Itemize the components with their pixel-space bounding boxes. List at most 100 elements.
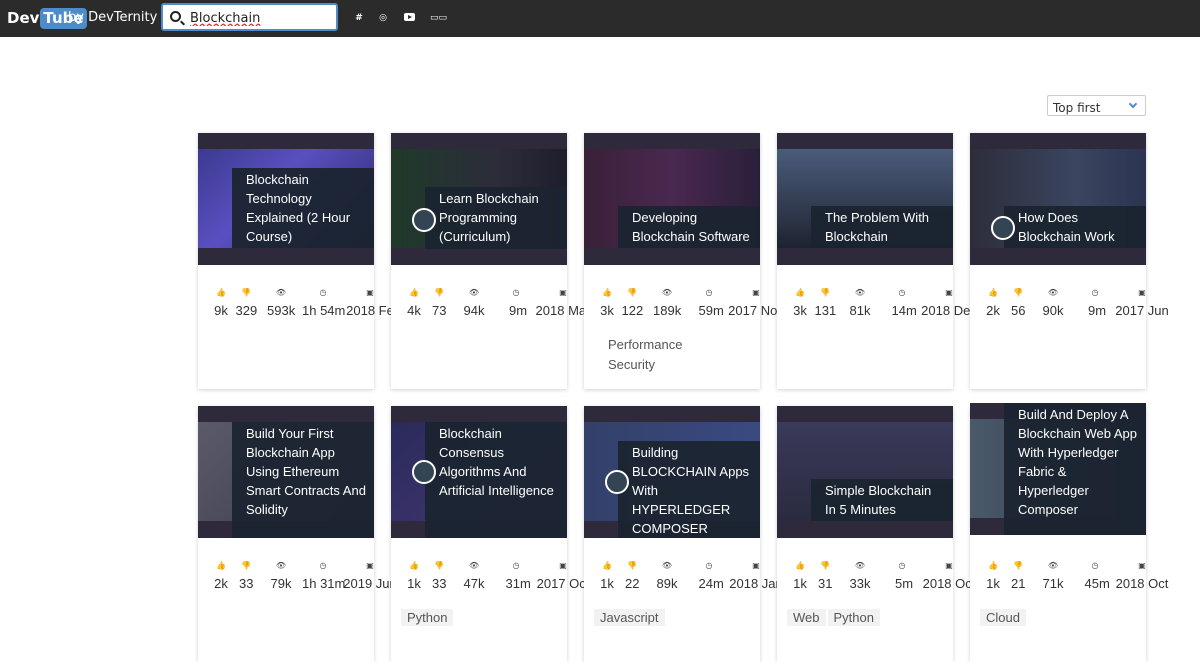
- stat-date: ▣ 2018 Oct: [1114, 560, 1170, 591]
- video-title[interactable]: Simple Blockchain In 5 Minutes: [811, 479, 953, 521]
- video-title[interactable]: Blockchain Technology Explained (2 Hour …: [232, 168, 374, 248]
- stat-duration: ◷ 5m: [895, 560, 914, 591]
- tag[interactable]: Python: [827, 609, 880, 626]
- at-icon[interactable]: ◎: [376, 11, 390, 25]
- stat-duration: ◷ 24m: [699, 560, 724, 591]
- video-title[interactable]: Building BLOCKCHAIN Apps With HYPERLEDGE…: [618, 441, 760, 538]
- tag[interactable]: Cloud: [980, 609, 1026, 626]
- video-thumbnail[interactable]: Learn Blockchain Programming (Curriculum…: [391, 133, 567, 265]
- video-card[interactable]: The Problem With Blockchain 👍 3k 👎 131 👁 81k ◷ 1…: [777, 133, 977, 389]
- stat-dislikes: 👎 33: [432, 560, 446, 591]
- tag-list: Cloud: [980, 609, 1028, 630]
- video-title[interactable]: How Does Blockchain Work: [1004, 206, 1146, 248]
- video-thumbnail[interactable]: Build And Deploy A Blockchain Web App Wi…: [970, 403, 1146, 535]
- stat-date: ▣ 2018 Jan: [728, 560, 784, 591]
- tag[interactable]: Python: [401, 609, 454, 626]
- video-card[interactable]: Simple Blockchain In 5 Minutes 👍 1k 👎 31 👁 33k…: [777, 406, 975, 662]
- video-card[interactable]: How Does Blockchain Work 👍 2k 👎 56 👁 90k ◷ 9m ▣ 20…: [970, 133, 1169, 389]
- stat-likes: 👍 2k: [986, 287, 1000, 318]
- stat-value: 9m: [509, 303, 528, 318]
- tag[interactable]: Javascript: [594, 609, 665, 626]
- video-card[interactable]: Developing Blockchain Software 👍 3k 👎 122 👁 18…: [584, 133, 784, 389]
- video-thumbnail[interactable]: Blockchain Technology Explained (2 Hour …: [198, 133, 374, 265]
- speaker-avatar[interactable]: [412, 460, 436, 484]
- eye-icon: 👁: [854, 288, 866, 297]
- stat-dislikes: 👎 31: [818, 560, 832, 591]
- stat-duration: ◷ 1h 54m: [302, 287, 346, 318]
- stat-value: 1h 54m: [302, 303, 346, 318]
- eye-icon: 👁: [275, 561, 287, 570]
- speaker-avatar[interactable]: [412, 208, 436, 232]
- speaker-avatar[interactable]: [605, 470, 629, 494]
- stat-dislikes: 👎 73: [432, 287, 446, 318]
- video-thumbnail[interactable]: Build Your First Blockchain App Using Et…: [198, 406, 374, 538]
- thumbs-down-icon: 👎: [627, 561, 637, 570]
- tag[interactable]: Security: [594, 356, 696, 373]
- thumbs-down-icon: 👎: [434, 561, 444, 570]
- tag[interactable]: Performance: [594, 336, 696, 353]
- clock-icon: ◷: [512, 561, 520, 570]
- eye-icon: 👁: [1047, 561, 1059, 570]
- video-title[interactable]: The Problem With Blockchain: [811, 206, 953, 248]
- stat-duration: ◷ 1h 31m: [302, 560, 345, 591]
- stat-likes: 👍 1k: [600, 560, 614, 591]
- thumbs-up-icon: 👍: [795, 288, 805, 297]
- stat-value: 2018 Oct: [1115, 576, 1169, 591]
- clock-icon: ◷: [319, 288, 327, 297]
- tag-list: Javascript: [594, 609, 667, 630]
- video-card[interactable]: Blockchain Consensus Algorithms And Arti…: [391, 406, 589, 662]
- stat-likes: 👍 3k: [600, 287, 614, 318]
- thumbs-down-icon: 👎: [241, 288, 251, 297]
- chain-icon[interactable]: ▭▭: [430, 11, 447, 25]
- search-icon: [170, 11, 181, 22]
- calendar-icon: ▣: [1138, 561, 1146, 570]
- thumbs-down-icon: 👎: [1013, 288, 1023, 297]
- calendar-icon: ▣: [945, 288, 953, 297]
- video-title[interactable]: Build And Deploy A Blockchain Web App Wi…: [1004, 403, 1146, 535]
- stat-value: 2019 Jun: [343, 576, 397, 591]
- tag[interactable]: Web: [787, 609, 826, 626]
- video-thumbnail[interactable]: Building BLOCKCHAIN Apps With HYPERLEDGE…: [584, 406, 760, 538]
- thumbs-down-icon: 👎: [434, 288, 444, 297]
- video-card[interactable]: Blockchain Technology Explained (2 Hour …: [198, 133, 394, 389]
- eye-icon: 👁: [661, 561, 673, 570]
- video-thumbnail[interactable]: The Problem With Blockchain: [777, 133, 953, 265]
- video-thumbnail[interactable]: Simple Blockchain In 5 Minutes: [777, 406, 953, 538]
- stat-value: 45m: [1084, 576, 1110, 591]
- hashtag-icon[interactable]: #: [352, 11, 366, 25]
- youtube-icon[interactable]: [404, 13, 415, 21]
- stat-value: 59m: [698, 303, 724, 318]
- eye-icon: 👁: [468, 561, 480, 570]
- stat-value: 31m: [505, 576, 531, 591]
- video-thumbnail[interactable]: How Does Blockchain Work: [970, 133, 1146, 265]
- stat-views: 👁 94k: [464, 287, 485, 318]
- stat-value: 4k: [407, 303, 421, 318]
- video-thumbnail[interactable]: Developing Blockchain Software: [584, 133, 760, 265]
- clock-icon: ◷: [705, 288, 713, 297]
- video-title[interactable]: Blockchain Consensus Algorithms And Arti…: [425, 422, 567, 538]
- video-card[interactable]: Building BLOCKCHAIN Apps With HYPERLEDGE…: [584, 406, 783, 662]
- video-title[interactable]: Learn Blockchain Programming (Curriculum…: [425, 187, 567, 249]
- calendar-icon: ▣: [559, 561, 567, 570]
- thumbs-up-icon: 👍: [409, 561, 419, 570]
- tag-list: Web Python: [787, 609, 882, 630]
- video-card[interactable]: Build Your First Blockchain App Using Et…: [198, 406, 397, 662]
- sort-select[interactable]: Top first: [1047, 95, 1146, 116]
- search-box[interactable]: [161, 3, 338, 31]
- video-title[interactable]: Developing Blockchain Software: [618, 206, 760, 248]
- stat-value: 79k: [270, 576, 292, 591]
- search-input[interactable]: [190, 8, 330, 28]
- speaker-avatar[interactable]: [991, 216, 1015, 240]
- stat-dislikes: 👎 22: [625, 560, 639, 591]
- stat-date: ▣ 2017 Nov: [728, 287, 784, 318]
- video-title[interactable]: Build Your First Blockchain App Using Et…: [232, 422, 374, 538]
- video-thumbnail[interactable]: Blockchain Consensus Algorithms And Arti…: [391, 406, 567, 538]
- stat-dislikes: 👎 33: [239, 560, 253, 591]
- stat-value: 33: [239, 576, 254, 591]
- calendar-icon: ▣: [945, 561, 953, 570]
- video-card[interactable]: Build And Deploy A Blockchain Web App Wi…: [970, 403, 1168, 662]
- video-card[interactable]: Learn Blockchain Programming (Curriculum…: [391, 133, 590, 389]
- stat-duration: ◷ 9m: [1088, 287, 1106, 318]
- stat-value: 5m: [895, 576, 914, 591]
- clock-icon: ◷: [512, 288, 520, 297]
